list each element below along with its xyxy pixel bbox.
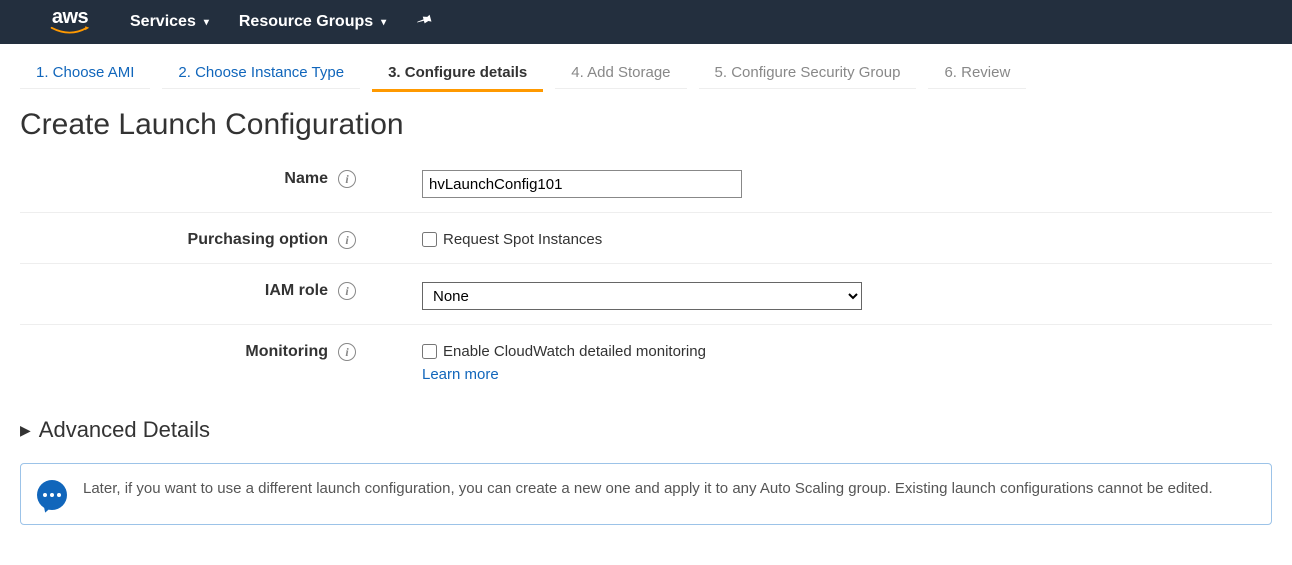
top-nav: aws Services ▾ Resource Groups ▾ — [0, 0, 1292, 44]
tab-configure-details[interactable]: 3. Configure details — [372, 56, 543, 92]
spot-instances-checkbox[interactable] — [422, 232, 437, 247]
info-icon[interactable]: i — [338, 282, 356, 300]
advanced-details-toggle[interactable]: ▶ Advanced Details — [20, 417, 1272, 443]
main-content: Create Launch Configuration Name i Purch… — [0, 92, 1292, 541]
info-box: Later, if you want to use a different la… — [20, 463, 1272, 525]
label-name: Name — [284, 170, 328, 188]
tab-choose-ami[interactable]: 1. Choose AMI — [20, 56, 150, 92]
info-icon[interactable]: i — [338, 343, 356, 361]
info-icon[interactable]: i — [338, 231, 356, 249]
name-input[interactable] — [422, 170, 742, 198]
iam-role-select[interactable]: None — [422, 282, 862, 310]
aws-logo[interactable]: aws — [50, 8, 90, 36]
row-monitoring: Monitoring i Enable CloudWatch detailed … — [20, 324, 1272, 397]
spot-instances-checkbox-row[interactable]: Request Spot Instances — [422, 231, 602, 248]
advanced-details-label: Advanced Details — [39, 417, 210, 443]
row-iam-role: IAM role i None — [20, 263, 1272, 324]
chevron-down-icon: ▾ — [204, 17, 209, 28]
row-purchasing-option: Purchasing option i Request Spot Instanc… — [20, 212, 1272, 263]
tab-choose-instance-type[interactable]: 2. Choose Instance Type — [162, 56, 360, 92]
page-title: Create Launch Configuration — [20, 108, 1272, 142]
spot-instances-label: Request Spot Instances — [443, 231, 602, 248]
chevron-down-icon: ▾ — [381, 17, 386, 28]
wizard-tabs: 1. Choose AMI 2. Choose Instance Type 3.… — [0, 44, 1292, 92]
tab-add-storage: 4. Add Storage — [555, 56, 686, 92]
nav-services-label: Services — [130, 13, 196, 31]
label-monitoring: Monitoring — [245, 343, 328, 361]
aws-logo-text: aws — [52, 8, 88, 26]
chat-bubble-icon — [37, 480, 67, 510]
nav-resource-groups-label: Resource Groups — [239, 13, 373, 31]
cloudwatch-label: Enable CloudWatch detailed monitoring — [443, 343, 706, 360]
info-box-text: Later, if you want to use a different la… — [83, 478, 1233, 501]
label-iam-role: IAM role — [265, 282, 328, 300]
info-icon[interactable]: i — [338, 170, 356, 188]
tab-review: 6. Review — [928, 56, 1026, 92]
nav-resource-groups[interactable]: Resource Groups ▾ — [239, 13, 386, 31]
triangle-right-icon: ▶ — [20, 422, 31, 439]
pin-icon[interactable] — [412, 9, 436, 35]
tab-configure-security-group: 5. Configure Security Group — [699, 56, 917, 92]
row-name: Name i — [20, 156, 1272, 212]
label-purchasing-option: Purchasing option — [188, 231, 328, 249]
cloudwatch-checkbox-row[interactable]: Enable CloudWatch detailed monitoring — [422, 343, 706, 360]
cloudwatch-checkbox[interactable] — [422, 344, 437, 359]
nav-services[interactable]: Services ▾ — [130, 13, 209, 31]
learn-more-link[interactable]: Learn more — [422, 366, 499, 383]
aws-smile-icon — [50, 26, 90, 36]
